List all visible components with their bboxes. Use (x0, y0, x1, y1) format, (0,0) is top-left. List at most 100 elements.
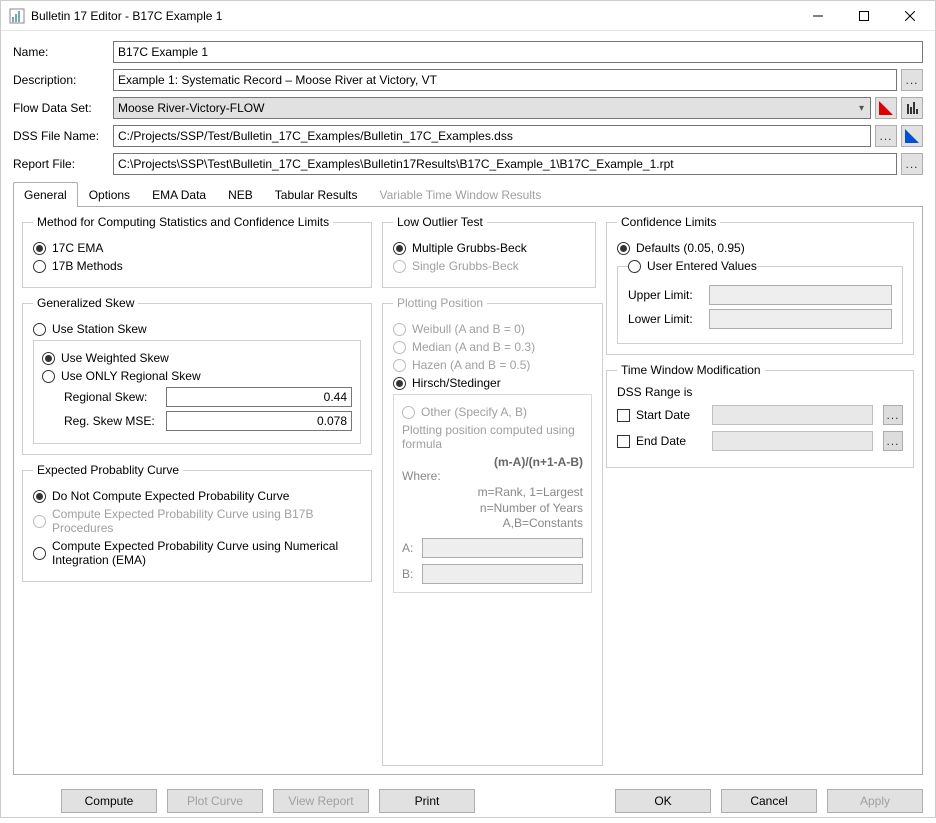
dss-file-label: DSS File Name: (13, 129, 113, 143)
tab-general[interactable]: General (13, 182, 78, 207)
other-ab-label: Other (Specify A, B) (421, 405, 527, 419)
method-legend: Method for Computing Statistics and Conf… (33, 215, 333, 229)
report-browse-button[interactable]: ... (901, 153, 923, 175)
radio-17b-methods-label: 17B Methods (52, 259, 123, 273)
compute-b17b-label: Compute Expected Probability Curve using… (52, 507, 361, 535)
user-entered-label: User Entered Values (647, 259, 757, 273)
b-input (422, 564, 583, 584)
radio-compute-ema[interactable] (33, 547, 46, 560)
where-line-3: A,B=Constants (402, 516, 583, 532)
lower-limit-label: Lower Limit: (628, 312, 703, 326)
lower-limit-input (709, 309, 892, 329)
time-window-legend: Time Window Modification (617, 363, 765, 377)
radio-other-ab (402, 406, 415, 419)
plotting-formula: (m-A)/(n+1-A-B) (402, 455, 583, 469)
button-bar: Compute Plot Curve View Report Print OK … (1, 783, 935, 823)
flow-plot-button[interactable] (875, 97, 897, 119)
report-file-input[interactable] (113, 153, 897, 175)
description-label: Description: (13, 73, 113, 87)
tab-tabular-results[interactable]: Tabular Results (264, 182, 369, 207)
plotting-legend: Plotting Position (393, 296, 487, 310)
a-input (422, 538, 583, 558)
dots-icon: ... (905, 75, 918, 85)
maximize-button[interactable] (841, 2, 887, 30)
plotting-position-fieldset: Plotting Position Weibull (A and B = 0) … (382, 296, 603, 766)
dss-file-input[interactable] (113, 125, 871, 147)
name-input[interactable] (113, 41, 923, 63)
flow-data-set-select[interactable]: Moose River-Victory-FLOW ▾ (113, 97, 871, 119)
hirsch-label: Hirsch/Stedinger (412, 376, 501, 390)
use-only-regional-label: Use ONLY Regional Skew (61, 369, 201, 383)
radio-multiple-grubbs-beck[interactable] (393, 242, 406, 255)
radio-user-entered[interactable] (628, 260, 641, 273)
app-icon (9, 8, 25, 24)
reg-skew-mse-input[interactable] (166, 411, 352, 431)
end-date-label: End Date (636, 434, 706, 448)
multiple-gb-label: Multiple Grubbs-Beck (412, 241, 527, 255)
print-button[interactable]: Print (379, 789, 475, 813)
median-label: Median (A and B = 0.3) (412, 340, 535, 354)
radio-hazen (393, 359, 406, 372)
expected-probability-fieldset: Expected Probablity Curve Do Not Compute… (22, 463, 372, 582)
tab-variable-time-window: Variable Time Window Results (369, 182, 553, 207)
radio-17c-ema[interactable] (33, 242, 46, 255)
method-fieldset: Method for Computing Statistics and Conf… (22, 215, 372, 288)
ok-button[interactable]: OK (615, 789, 711, 813)
start-date-input (712, 405, 873, 425)
dots-icon: ... (905, 159, 918, 169)
dss-blue-button[interactable] (901, 125, 923, 147)
tab-ema-data[interactable]: EMA Data (141, 182, 217, 207)
radio-single-grubbs-beck (393, 260, 406, 273)
where-line-1: m=Rank, 1=Largest (402, 485, 583, 501)
description-browse-button[interactable]: ... (901, 69, 923, 91)
tab-neb[interactable]: NEB (217, 182, 264, 207)
plot-curve-button: Plot Curve (167, 789, 263, 813)
plotting-computed-text: Plotting position computed using formula (402, 423, 583, 451)
confidence-limits-fieldset: Confidence Limits Defaults (0.05, 0.95) … (606, 215, 914, 355)
dss-range-text: DSS Range is (617, 385, 903, 399)
hazen-label: Hazen (A and B = 0.5) (412, 358, 530, 372)
close-button[interactable] (887, 2, 933, 30)
generalized-skew-legend: Generalized Skew (33, 296, 138, 310)
chart-red-icon (879, 101, 893, 115)
radio-use-station-skew[interactable] (33, 323, 46, 336)
start-date-label: Start Date (636, 408, 706, 422)
radio-compute-b17b (33, 515, 46, 528)
tab-options[interactable]: Options (78, 182, 141, 207)
upper-limit-label: Upper Limit: (628, 288, 703, 302)
regional-skew-label: Regional Skew: (42, 390, 162, 404)
report-file-label: Report File: (13, 157, 113, 171)
description-input[interactable] (113, 69, 897, 91)
radio-hirsch-stedinger (393, 377, 406, 390)
b-label: B: (402, 567, 418, 581)
compute-ema-label: Compute Expected Probability Curve using… (52, 539, 361, 567)
radio-do-not-compute[interactable] (33, 490, 46, 503)
name-label: Name: (13, 45, 113, 59)
radio-17b-methods[interactable] (33, 260, 46, 273)
generalized-skew-fieldset: Generalized Skew Use Station Skew Use We… (22, 296, 372, 455)
compute-button[interactable]: Compute (61, 789, 157, 813)
end-date-browse-button: ... (883, 431, 903, 451)
apply-button: Apply (827, 789, 923, 813)
defaults-label: Defaults (0.05, 0.95) (636, 241, 745, 255)
end-date-checkbox[interactable] (617, 435, 630, 448)
weibull-label: Weibull (A and B = 0) (412, 322, 525, 336)
upper-limit-input (709, 285, 892, 305)
cancel-button[interactable]: Cancel (721, 789, 817, 813)
radio-use-only-regional-skew[interactable] (42, 370, 55, 383)
minimize-button[interactable] (795, 2, 841, 30)
do-not-compute-label: Do Not Compute Expected Probability Curv… (52, 489, 289, 503)
flow-bars-button[interactable] (901, 97, 923, 119)
expected-legend: Expected Probablity Curve (33, 463, 183, 477)
start-date-checkbox[interactable] (617, 409, 630, 422)
dss-browse-button[interactable]: ... (875, 125, 897, 147)
radio-defaults[interactable] (617, 242, 630, 255)
radio-use-weighted-skew[interactable] (42, 352, 55, 365)
dots-icon: ... (879, 131, 892, 141)
single-gb-label: Single Grubbs-Beck (412, 259, 519, 273)
titlebar[interactable]: Bulletin 17 Editor - B17C Example 1 (1, 1, 935, 31)
where-line-2: n=Number of Years (402, 501, 583, 517)
view-report-button: View Report (273, 789, 369, 813)
radio-weibull (393, 323, 406, 336)
regional-skew-input[interactable] (166, 387, 352, 407)
